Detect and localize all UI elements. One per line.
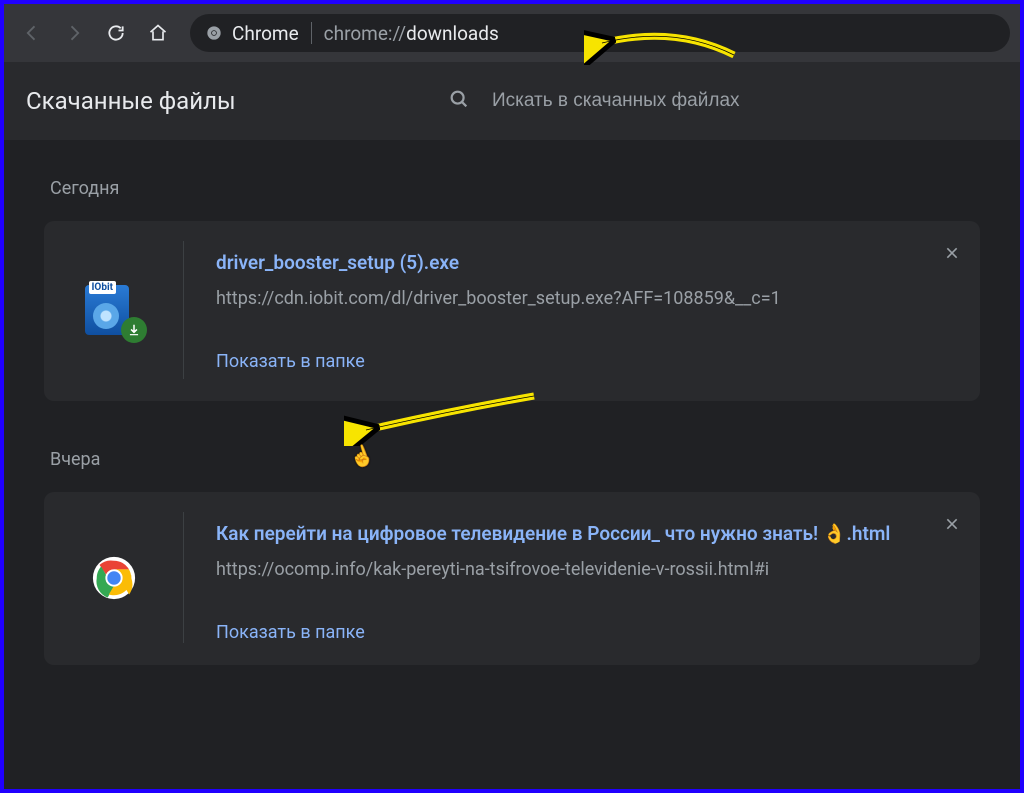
chrome-html-icon bbox=[91, 555, 137, 601]
downloads-header: Скачанные файлы bbox=[4, 62, 1020, 140]
download-card: Как перейти на цифровое телевидение в Ро… bbox=[44, 492, 980, 665]
remove-download-button[interactable] bbox=[944, 245, 960, 266]
iobit-installer-icon: IObit bbox=[85, 281, 143, 339]
page-title: Скачанные файлы bbox=[26, 87, 236, 115]
omnibox-url: chrome://downloads bbox=[324, 22, 499, 45]
show-in-folder-link[interactable]: Показать в папке bbox=[216, 351, 365, 372]
show-in-folder-link[interactable]: Показать в папке bbox=[216, 622, 365, 643]
remove-download-button[interactable] bbox=[944, 516, 960, 537]
chrome-chip-icon bbox=[206, 25, 222, 41]
home-button[interactable] bbox=[140, 15, 176, 51]
download-filename-link[interactable]: driver_booster_setup (5).exe bbox=[216, 251, 942, 274]
omnibox-chrome-label: Chrome bbox=[232, 22, 299, 45]
search-wrap bbox=[448, 88, 988, 114]
url-path: downloads bbox=[406, 22, 499, 45]
card-body: Как перейти на цифровое телевидение в Ро… bbox=[184, 512, 962, 643]
card-icon-column bbox=[44, 512, 184, 643]
forward-button[interactable] bbox=[56, 15, 92, 51]
back-button[interactable] bbox=[14, 15, 50, 51]
omnibox-separator bbox=[311, 22, 312, 44]
download-url: https://ocomp.info/kak-pereyti-na-tsifro… bbox=[216, 559, 942, 580]
browser-toolbar: Chrome chrome://downloads bbox=[4, 4, 1020, 62]
address-bar[interactable]: Chrome chrome://downloads bbox=[190, 14, 1010, 52]
section-today: Сегодня bbox=[4, 150, 1020, 221]
download-card: IObit driver_booster_setup (5).exe https… bbox=[44, 221, 980, 401]
card-body: driver_booster_setup (5).exe https://cdn… bbox=[184, 241, 962, 379]
download-url: https://cdn.iobit.com/dl/driver_booster_… bbox=[216, 288, 942, 309]
card-icon-column: IObit bbox=[44, 241, 184, 379]
search-input[interactable] bbox=[492, 90, 988, 112]
download-filename-link[interactable]: Как перейти на цифровое телевидение в Ро… bbox=[216, 522, 942, 545]
reload-button[interactable] bbox=[98, 15, 134, 51]
search-icon bbox=[448, 88, 470, 114]
section-yesterday: Вчера bbox=[4, 421, 1020, 492]
url-scheme: chrome:// bbox=[324, 22, 406, 45]
downloads-content: Сегодня IObit driver_booster_setup (5).e… bbox=[4, 140, 1020, 665]
